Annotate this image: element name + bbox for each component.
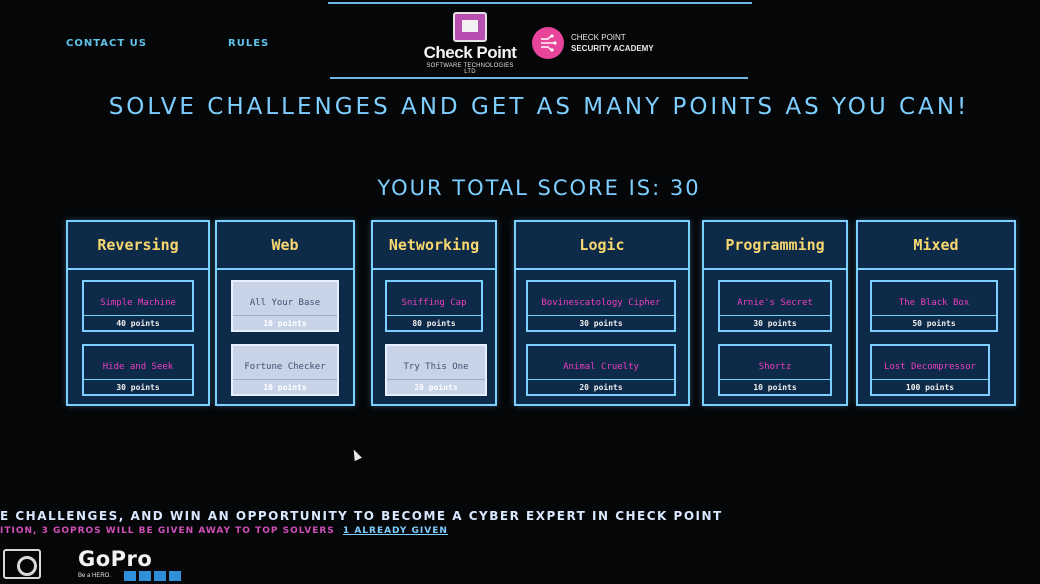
challenge-name: The Black Box: [872, 290, 996, 316]
checkpoint-logo-icon: [453, 12, 487, 42]
camera-icon: [3, 549, 41, 579]
challenge-tile[interactable]: Sniffing Cap 80 points: [385, 280, 483, 332]
checkpoint-logo-subtitle: SOFTWARE TECHNOLOGIES LTD: [426, 63, 514, 75]
gopro-square: [154, 571, 167, 581]
category-title: Logic: [516, 222, 688, 270]
challenge-points: 30 points: [579, 319, 623, 328]
promo-line: E CHALLENGES, AND WIN AN OPPORTUNITY TO …: [0, 509, 723, 523]
challenge-tile[interactable]: Animal Cruelty 20 points: [526, 344, 676, 396]
challenge-points: 20 points: [414, 383, 458, 392]
challenge-tile-solved[interactable]: Fortune Checker 10 points: [231, 344, 339, 396]
challenge-points: 30 points: [116, 383, 160, 392]
challenge-points: 50 points: [912, 319, 956, 328]
challenge-points: 40 points: [116, 319, 160, 328]
category-reversing: Reversing Simple Machine 40 points Hide …: [66, 220, 210, 406]
academy-line-2: SECURITY ACADEMY: [571, 44, 654, 53]
challenge-name: Arnie's Secret: [720, 290, 830, 316]
challenge-name: Simple Machine: [84, 290, 192, 316]
gopro-square: [169, 571, 182, 581]
prize-text: ITION, 3 GOPROS WILL BE GIVEN AWAY TO TO…: [0, 526, 335, 536]
gopro-square: [124, 571, 137, 581]
already-given-link[interactable]: 1 ALREADY GIVEN: [343, 526, 448, 536]
challenge-name: Try This One: [387, 354, 485, 380]
challenge-points: 100 points: [905, 383, 955, 392]
challenge-tile[interactable]: Shortz 10 points: [718, 344, 832, 396]
gopro-square: [139, 571, 152, 581]
circuit-icon: [532, 27, 564, 59]
challenge-name: Lost Decompressor: [872, 354, 988, 380]
challenge-tile[interactable]: Simple Machine 40 points: [82, 280, 194, 332]
gopro-logo: GoPro Be a HERO.: [78, 547, 182, 581]
category-title: Web: [217, 222, 353, 270]
challenge-name: Hide and Seek: [84, 354, 192, 380]
category-title: Networking: [373, 222, 495, 270]
checkpoint-logo-name: Check Point: [423, 43, 517, 62]
challenge-tile-solved[interactable]: All Your Base 10 points: [231, 280, 339, 332]
category-title: Programming: [704, 222, 846, 270]
nav-rules[interactable]: RULES: [228, 38, 269, 49]
mouse-pointer-icon: [350, 447, 362, 462]
category-mixed: Mixed The Black Box 50 points Lost Decom…: [856, 220, 1016, 406]
gopro-wordmark: GoPro: [78, 547, 153, 571]
header-divider: [330, 77, 748, 79]
challenge-points: 10 points: [263, 319, 307, 328]
challenge-name: Sniffing Cap: [387, 290, 481, 316]
category-title: Reversing: [68, 222, 208, 270]
checkpoint-logo: Check Point SOFTWARE TECHNOLOGIES LTD: [420, 12, 520, 75]
challenge-points: 30 points: [753, 319, 797, 328]
page-headline: SOLVE CHALLENGES AND GET AS MANY POINTS …: [108, 94, 970, 120]
total-score: YOUR TOTAL SCORE IS: 30: [377, 176, 701, 200]
challenge-name: All Your Base: [233, 290, 337, 316]
category-networking: Networking Sniffing Cap 80 points Try Th…: [371, 220, 497, 406]
challenge-tile[interactable]: Hide and Seek 30 points: [82, 344, 194, 396]
challenge-name: Shortz: [720, 354, 830, 380]
category-title: Mixed: [858, 222, 1014, 270]
challenge-tile[interactable]: Bovinescatology Cipher 30 points: [526, 280, 676, 332]
gopro-tagline: Be a HERO.: [78, 573, 112, 579]
security-academy-logo: CHECK POINT SECURITY ACADEMY: [532, 27, 654, 59]
challenge-name: Bovinescatology Cipher: [528, 290, 674, 316]
challenge-tile[interactable]: The Black Box 50 points: [870, 280, 998, 332]
nav-contact-us[interactable]: CONTACT US: [66, 38, 147, 49]
category-logic: Logic Bovinescatology Cipher 30 points A…: [514, 220, 690, 406]
challenge-tile-solved[interactable]: Try This One 20 points: [385, 344, 487, 396]
challenge-points: 80 points: [412, 319, 456, 328]
challenge-tile[interactable]: Arnie's Secret 30 points: [718, 280, 832, 332]
challenge-tile[interactable]: Lost Decompressor 100 points: [870, 344, 990, 396]
challenge-points: 20 points: [579, 383, 623, 392]
academy-line-1: CHECK POINT: [571, 33, 626, 42]
challenge-points: 10 points: [753, 383, 797, 392]
category-programming: Programming Arnie's Secret 30 points Sho…: [702, 220, 848, 406]
challenge-points: 10 points: [263, 383, 307, 392]
challenge-name: Animal Cruelty: [528, 354, 674, 380]
challenge-name: Fortune Checker: [233, 354, 337, 380]
prize-line: ITION, 3 GOPROS WILL BE GIVEN AWAY TO TO…: [0, 526, 448, 536]
category-web: Web All Your Base 10 points Fortune Chec…: [215, 220, 355, 406]
top-divider: [328, 2, 752, 4]
